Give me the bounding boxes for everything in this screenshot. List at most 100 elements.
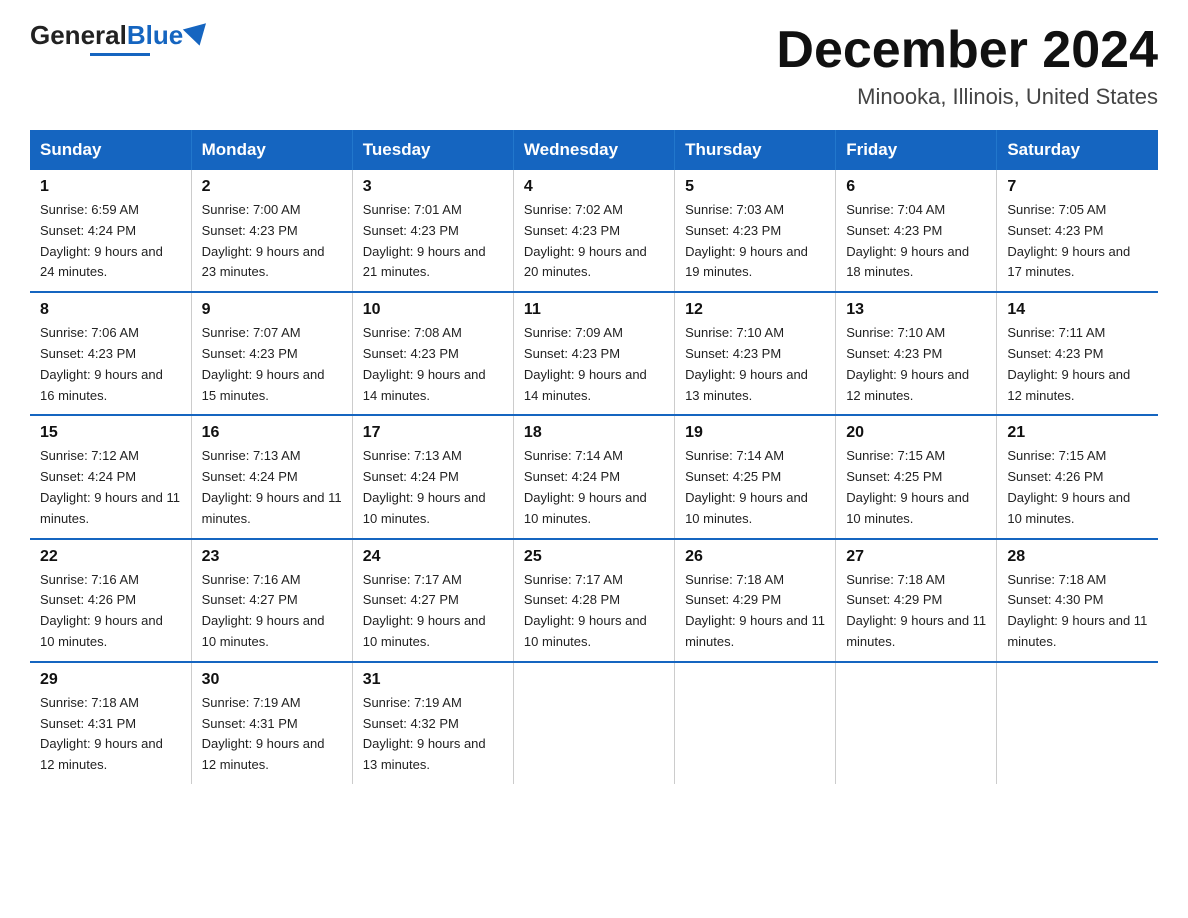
day-info: Sunrise: 7:03 AM Sunset: 4:23 PM Dayligh… <box>685 200 825 283</box>
header-sunday: Sunday <box>30 130 191 170</box>
day-number: 14 <box>1007 301 1148 319</box>
day-number: 22 <box>40 548 181 566</box>
logo-underline <box>90 53 150 56</box>
calendar-day-cell: 8 Sunrise: 7:06 AM Sunset: 4:23 PM Dayli… <box>30 292 191 415</box>
day-number: 1 <box>40 178 181 196</box>
calendar-day-cell: 6 Sunrise: 7:04 AM Sunset: 4:23 PM Dayli… <box>836 170 997 292</box>
calendar-day-cell: 28 Sunrise: 7:18 AM Sunset: 4:30 PM Dayl… <box>997 539 1158 662</box>
day-info: Sunrise: 7:04 AM Sunset: 4:23 PM Dayligh… <box>846 200 986 283</box>
header-monday: Monday <box>191 130 352 170</box>
day-info: Sunrise: 7:14 AM Sunset: 4:25 PM Dayligh… <box>685 446 825 529</box>
logo-blue-container: Blue <box>127 20 209 51</box>
day-number: 3 <box>363 178 503 196</box>
day-info: Sunrise: 7:07 AM Sunset: 4:23 PM Dayligh… <box>202 323 342 406</box>
logo: General Blue <box>30 20 209 56</box>
calendar-day-cell: 11 Sunrise: 7:09 AM Sunset: 4:23 PM Dayl… <box>513 292 674 415</box>
header-thursday: Thursday <box>675 130 836 170</box>
day-info: Sunrise: 7:18 AM Sunset: 4:31 PM Dayligh… <box>40 693 181 776</box>
day-number: 16 <box>202 424 342 442</box>
calendar-day-cell <box>513 662 674 784</box>
day-number: 2 <box>202 178 342 196</box>
calendar-day-cell: 27 Sunrise: 7:18 AM Sunset: 4:29 PM Dayl… <box>836 539 997 662</box>
calendar-day-cell <box>836 662 997 784</box>
day-number: 18 <box>524 424 664 442</box>
calendar-day-cell: 20 Sunrise: 7:15 AM Sunset: 4:25 PM Dayl… <box>836 415 997 538</box>
calendar-day-cell: 19 Sunrise: 7:14 AM Sunset: 4:25 PM Dayl… <box>675 415 836 538</box>
calendar-day-cell: 21 Sunrise: 7:15 AM Sunset: 4:26 PM Dayl… <box>997 415 1158 538</box>
calendar-day-cell: 24 Sunrise: 7:17 AM Sunset: 4:27 PM Dayl… <box>352 539 513 662</box>
day-number: 7 <box>1007 178 1148 196</box>
page-header: General Blue December 2024 Minooka, Illi… <box>30 20 1158 110</box>
day-info: Sunrise: 7:11 AM Sunset: 4:23 PM Dayligh… <box>1007 323 1148 406</box>
calendar-day-cell: 2 Sunrise: 7:00 AM Sunset: 4:23 PM Dayli… <box>191 170 352 292</box>
calendar-day-cell: 5 Sunrise: 7:03 AM Sunset: 4:23 PM Dayli… <box>675 170 836 292</box>
header-saturday: Saturday <box>997 130 1158 170</box>
calendar-day-cell: 23 Sunrise: 7:16 AM Sunset: 4:27 PM Dayl… <box>191 539 352 662</box>
calendar-day-cell <box>675 662 836 784</box>
day-info: Sunrise: 7:16 AM Sunset: 4:26 PM Dayligh… <box>40 570 181 653</box>
day-info: Sunrise: 7:10 AM Sunset: 4:23 PM Dayligh… <box>685 323 825 406</box>
day-number: 15 <box>40 424 181 442</box>
calendar-day-cell: 17 Sunrise: 7:13 AM Sunset: 4:24 PM Dayl… <box>352 415 513 538</box>
day-info: Sunrise: 7:09 AM Sunset: 4:23 PM Dayligh… <box>524 323 664 406</box>
day-info: Sunrise: 7:18 AM Sunset: 4:29 PM Dayligh… <box>685 570 825 653</box>
calendar-day-cell: 29 Sunrise: 7:18 AM Sunset: 4:31 PM Dayl… <box>30 662 191 784</box>
day-info: Sunrise: 7:05 AM Sunset: 4:23 PM Dayligh… <box>1007 200 1148 283</box>
day-info: Sunrise: 7:12 AM Sunset: 4:24 PM Dayligh… <box>40 446 181 529</box>
day-info: Sunrise: 7:16 AM Sunset: 4:27 PM Dayligh… <box>202 570 342 653</box>
calendar-day-cell: 7 Sunrise: 7:05 AM Sunset: 4:23 PM Dayli… <box>997 170 1158 292</box>
header-tuesday: Tuesday <box>352 130 513 170</box>
month-title: December 2024 <box>776 20 1158 80</box>
day-number: 26 <box>685 548 825 566</box>
day-number: 31 <box>363 671 503 689</box>
day-number: 8 <box>40 301 181 319</box>
header-friday: Friday <box>836 130 997 170</box>
day-number: 21 <box>1007 424 1148 442</box>
calendar-day-cell: 13 Sunrise: 7:10 AM Sunset: 4:23 PM Dayl… <box>836 292 997 415</box>
day-number: 12 <box>685 301 825 319</box>
day-number: 27 <box>846 548 986 566</box>
title-block: December 2024 Minooka, Illinois, United … <box>776 20 1158 110</box>
day-info: Sunrise: 7:14 AM Sunset: 4:24 PM Dayligh… <box>524 446 664 529</box>
header-wednesday: Wednesday <box>513 130 674 170</box>
day-info: Sunrise: 7:18 AM Sunset: 4:29 PM Dayligh… <box>846 570 986 653</box>
calendar-day-cell: 22 Sunrise: 7:16 AM Sunset: 4:26 PM Dayl… <box>30 539 191 662</box>
calendar-day-cell: 31 Sunrise: 7:19 AM Sunset: 4:32 PM Dayl… <box>352 662 513 784</box>
calendar-day-cell: 10 Sunrise: 7:08 AM Sunset: 4:23 PM Dayl… <box>352 292 513 415</box>
day-info: Sunrise: 7:01 AM Sunset: 4:23 PM Dayligh… <box>363 200 503 283</box>
day-info: Sunrise: 7:13 AM Sunset: 4:24 PM Dayligh… <box>363 446 503 529</box>
day-number: 5 <box>685 178 825 196</box>
calendar-day-cell: 3 Sunrise: 7:01 AM Sunset: 4:23 PM Dayli… <box>352 170 513 292</box>
day-number: 19 <box>685 424 825 442</box>
location-title: Minooka, Illinois, United States <box>776 84 1158 110</box>
day-number: 23 <box>202 548 342 566</box>
calendar-week-row: 8 Sunrise: 7:06 AM Sunset: 4:23 PM Dayli… <box>30 292 1158 415</box>
calendar-day-cell: 9 Sunrise: 7:07 AM Sunset: 4:23 PM Dayli… <box>191 292 352 415</box>
calendar-day-cell: 4 Sunrise: 7:02 AM Sunset: 4:23 PM Dayli… <box>513 170 674 292</box>
day-number: 9 <box>202 301 342 319</box>
day-info: Sunrise: 7:08 AM Sunset: 4:23 PM Dayligh… <box>363 323 503 406</box>
logo-blue-text: Blue <box>127 20 183 51</box>
calendar-day-cell: 25 Sunrise: 7:17 AM Sunset: 4:28 PM Dayl… <box>513 539 674 662</box>
day-number: 28 <box>1007 548 1148 566</box>
day-info: Sunrise: 7:15 AM Sunset: 4:25 PM Dayligh… <box>846 446 986 529</box>
calendar-day-cell: 12 Sunrise: 7:10 AM Sunset: 4:23 PM Dayl… <box>675 292 836 415</box>
calendar-week-row: 29 Sunrise: 7:18 AM Sunset: 4:31 PM Dayl… <box>30 662 1158 784</box>
calendar-day-cell: 1 Sunrise: 6:59 AM Sunset: 4:24 PM Dayli… <box>30 170 191 292</box>
calendar-day-cell: 18 Sunrise: 7:14 AM Sunset: 4:24 PM Dayl… <box>513 415 674 538</box>
calendar-day-cell: 15 Sunrise: 7:12 AM Sunset: 4:24 PM Dayl… <box>30 415 191 538</box>
day-info: Sunrise: 7:18 AM Sunset: 4:30 PM Dayligh… <box>1007 570 1148 653</box>
day-info: Sunrise: 7:13 AM Sunset: 4:24 PM Dayligh… <box>202 446 342 529</box>
logo-general-text: General <box>30 20 127 51</box>
day-info: Sunrise: 7:02 AM Sunset: 4:23 PM Dayligh… <box>524 200 664 283</box>
calendar-week-row: 22 Sunrise: 7:16 AM Sunset: 4:26 PM Dayl… <box>30 539 1158 662</box>
calendar-day-cell: 14 Sunrise: 7:11 AM Sunset: 4:23 PM Dayl… <box>997 292 1158 415</box>
day-number: 29 <box>40 671 181 689</box>
calendar-day-cell <box>997 662 1158 784</box>
calendar-day-cell: 26 Sunrise: 7:18 AM Sunset: 4:29 PM Dayl… <box>675 539 836 662</box>
day-number: 4 <box>524 178 664 196</box>
day-number: 30 <box>202 671 342 689</box>
day-info: Sunrise: 7:06 AM Sunset: 4:23 PM Dayligh… <box>40 323 181 406</box>
calendar-day-cell: 30 Sunrise: 7:19 AM Sunset: 4:31 PM Dayl… <box>191 662 352 784</box>
day-number: 10 <box>363 301 503 319</box>
